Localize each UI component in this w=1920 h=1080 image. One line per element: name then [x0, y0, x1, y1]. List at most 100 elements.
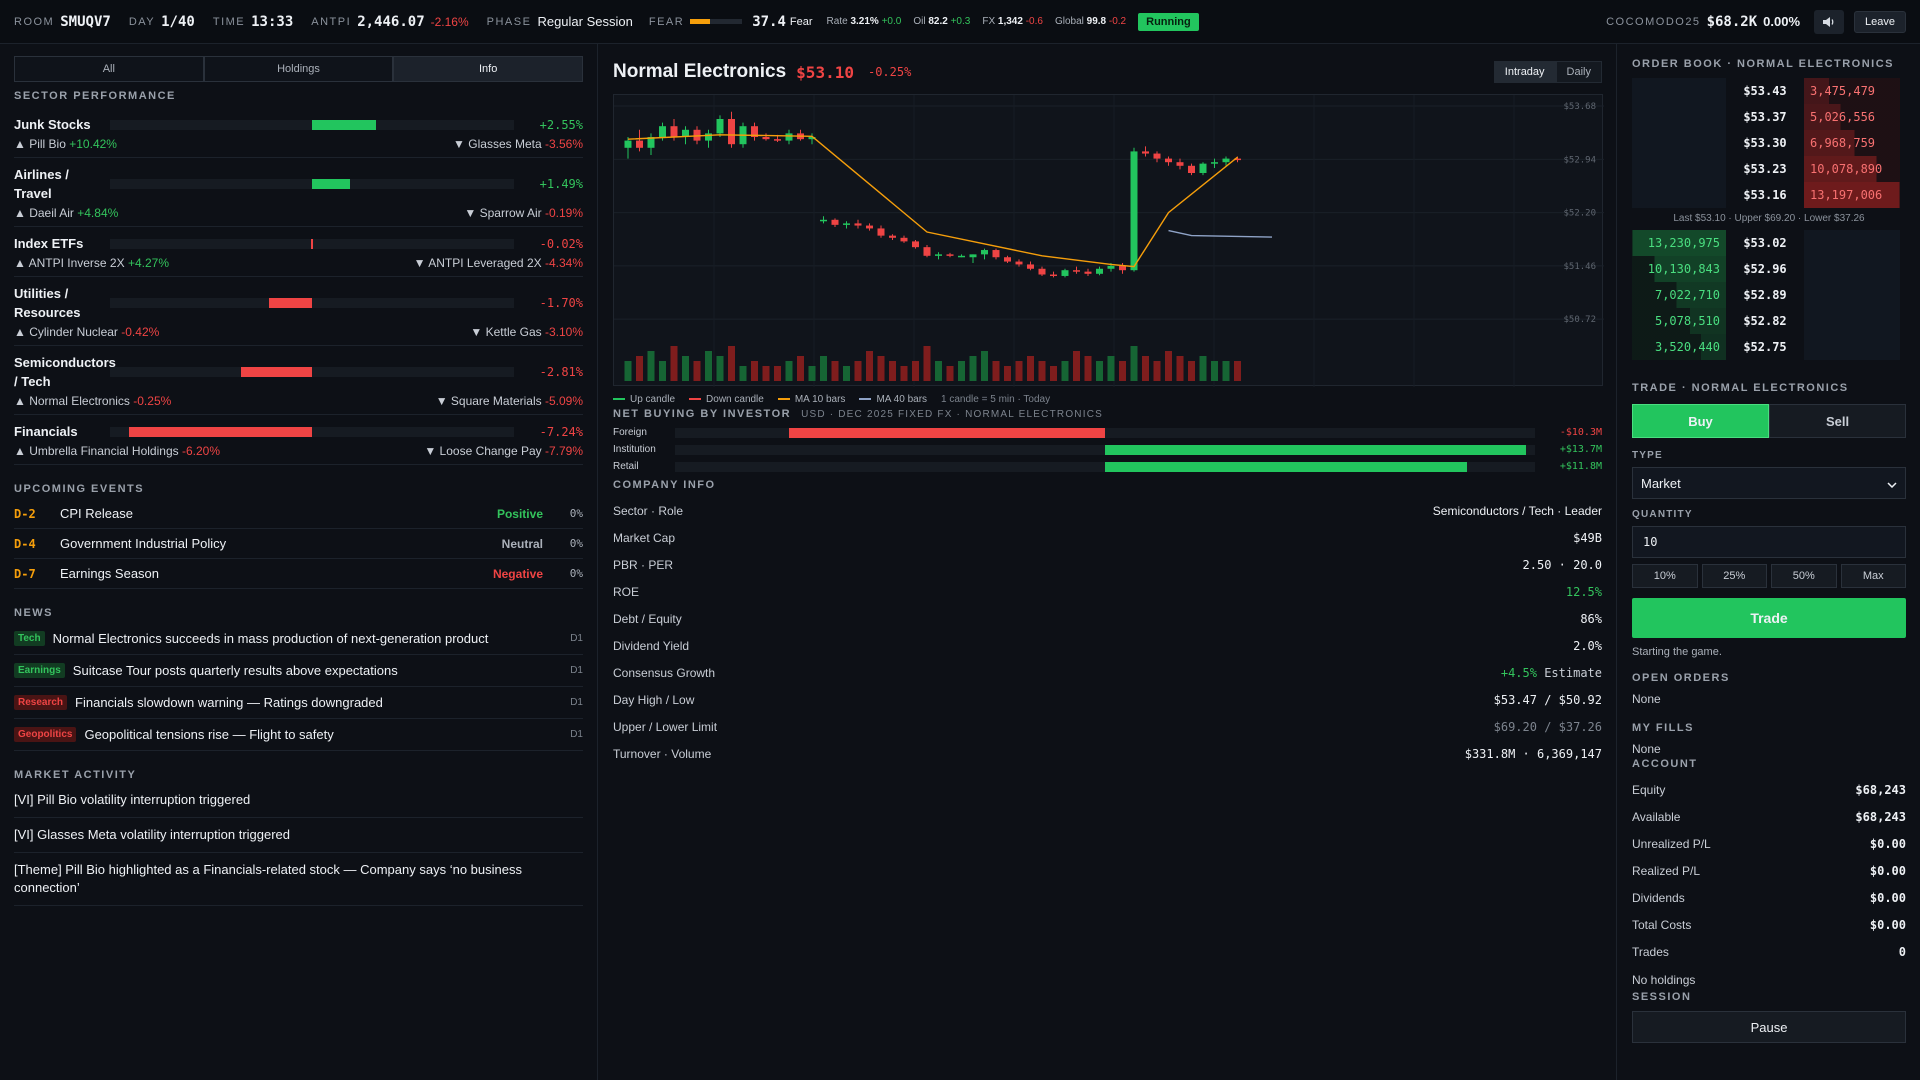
candle — [1130, 151, 1138, 271]
mode-daily[interactable]: Daily — [1555, 61, 1602, 83]
ask-row[interactable]: $53.37 5,026,556 — [1632, 104, 1906, 130]
buy-button[interactable]: Buy — [1632, 404, 1769, 438]
candle — [705, 133, 712, 141]
sell-button[interactable]: Sell — [1769, 404, 1906, 438]
company-row: ROE 12.5% — [613, 578, 1602, 605]
candle — [1061, 270, 1069, 276]
sector-top-stock[interactable]: ▲ Umbrella Financial Holdings -6.20% — [14, 444, 220, 458]
fear-label: FEAR — [648, 15, 685, 28]
sector-top-stock[interactable]: ▲ Cylinder Nuclear -0.42% — [14, 325, 159, 339]
bid-row[interactable]: 13,230,975 $53.02 — [1632, 230, 1906, 256]
volume-bar — [728, 346, 735, 381]
news-day: D1 — [570, 697, 583, 708]
sector-row[interactable]: Utilities / Resources -1.70% ▲ Cylinder Nu… — [14, 277, 583, 346]
account-key: Total Costs — [1632, 917, 1692, 932]
sector-bottom-stock[interactable]: ▼ Glasses Meta -3.56% — [453, 137, 583, 151]
trade-button[interactable]: Trade — [1632, 598, 1906, 638]
event-row[interactable]: D-4 Government Industrial Policy Neutral… — [14, 529, 583, 559]
left-panel: All Holdings Info SECTOR PERFORMANCE Jun… — [0, 44, 598, 1080]
volume-bar — [889, 361, 896, 381]
bid-row[interactable]: 7,022,710 $52.89 — [1632, 282, 1906, 308]
sector-row[interactable]: Financials -7.24% ▲ Umbrella Financial Hol… — [14, 415, 583, 465]
company-key: Upper / Lower Limit — [613, 719, 718, 734]
tab-all[interactable]: All — [14, 56, 204, 82]
event-day: D-4 — [14, 536, 36, 551]
legend-ma10: MA 10 bars — [777, 394, 845, 405]
ask-row[interactable]: $53.16 13,197,006 — [1632, 182, 1906, 208]
orders-heading: OPEN ORDERS — [1632, 672, 1730, 684]
account-heading: ACCOUNT — [1632, 758, 1698, 770]
sector-row[interactable]: Airlines / Travel +1.49% ▲ Daeil Air +4.84… — [14, 158, 583, 227]
volume-bar — [762, 366, 770, 381]
stock-header: Normal Electronics $53.10 -0.25% Intrada… — [613, 58, 1602, 86]
sector-bottom-stock[interactable]: ▼ Kettle Gas -3.10% — [470, 325, 583, 339]
pause-button[interactable]: Pause — [1632, 1011, 1906, 1043]
trade-note: Starting the game. — [1632, 646, 1722, 658]
ob-qty: 13,197,006 — [1804, 182, 1900, 208]
news-title: Suitcase Tour posts quarterly results ab… — [72, 663, 398, 678]
order-type-select[interactable]: Market — [1632, 467, 1906, 499]
event-sentiment: Negative — [492, 566, 543, 581]
volume-bar — [854, 361, 862, 381]
event-prob: 0% — [569, 507, 583, 520]
news-list: Tech Normal Electronics succeeds in mass… — [14, 623, 583, 751]
candle — [992, 250, 1000, 258]
volume-bar — [682, 356, 689, 381]
ask-row[interactable]: $53.30 6,968,759 — [1632, 130, 1906, 156]
event-row[interactable]: D-7 Earnings Season Negative 0% — [14, 559, 583, 589]
company-value: 2.0% — [1573, 638, 1602, 653]
sector-bottom-stock[interactable]: ▼ Sparrow Air -0.19% — [464, 206, 583, 220]
trade-heading: TRADE · NORMAL ELECTRONICS — [1632, 382, 1849, 394]
quantity-input[interactable]: 10 — [1632, 526, 1906, 558]
tab-info[interactable]: Info — [393, 56, 584, 82]
speaker-icon[interactable] — [1814, 9, 1845, 34]
event-title: Earnings Season — [60, 566, 160, 581]
stock-price: $53.10 — [796, 62, 854, 82]
price-chart[interactable]: $53.68 $52.94 $52.20 $51.46 $50.72 — [613, 94, 1604, 387]
preset-max[interactable]: Max — [1840, 564, 1906, 588]
news-item[interactable]: Geopolitics Geopolitical tensions rise —… — [14, 719, 583, 751]
sector-bar — [110, 238, 514, 249]
candle — [1038, 268, 1046, 275]
status-badge: Running — [1138, 12, 1199, 31]
sector-bottom-stock[interactable]: ▼ Square Materials -5.09% — [436, 394, 583, 408]
sector-top-stock[interactable]: ▲ Daeil Air +4.84% — [14, 206, 118, 220]
left-tabs: All Holdings Info — [14, 56, 584, 82]
preset-50[interactable]: 50% — [1771, 564, 1837, 588]
news-item[interactable]: Research Financials slowdown warning — R… — [14, 687, 583, 719]
sector-bottom-stock[interactable]: ▼ ANTPI Leveraged 2X -4.34% — [414, 256, 583, 270]
day-value: 1/40 — [161, 13, 195, 30]
bid-row[interactable]: 10,130,843 $52.96 — [1632, 256, 1906, 282]
phase-label: PHASE — [486, 15, 532, 28]
bid-row[interactable]: 5,078,510 $52.82 — [1632, 308, 1906, 334]
volume-bar — [981, 351, 988, 381]
sector-row[interactable]: Index ETFs -0.02% ▲ ANTPI Inverse 2X +4.27… — [14, 227, 583, 277]
news-item[interactable]: Tech Normal Electronics succeeds in mass… — [14, 623, 583, 655]
ask-row[interactable]: $53.43 3,475,479 — [1632, 78, 1906, 104]
sector-top-stock[interactable]: ▲ Normal Electronics -0.25% — [14, 394, 171, 408]
volume-bar — [1107, 356, 1115, 381]
preset-10[interactable]: 10% — [1632, 564, 1698, 588]
sector-row[interactable]: Junk Stocks +2.55% ▲ Pill Bio +10.42% ▼ Gla… — [14, 108, 583, 158]
leave-button[interactable]: Leave — [1854, 10, 1906, 33]
event-row[interactable]: D-2 CPI Release Positive 0% — [14, 499, 583, 529]
tab-holdings[interactable]: Holdings — [203, 56, 394, 82]
user-return: 0.00% — [1763, 14, 1801, 29]
sector-bottom-stock[interactable]: ▼ Loose Change Pay -7.79% — [424, 444, 583, 458]
sector-list: Junk Stocks +2.55% ▲ Pill Bio +10.42% ▼ Gla… — [14, 108, 583, 465]
company-value-note: Estimate — [1544, 665, 1602, 680]
legend-up: Up candle — [613, 394, 675, 405]
ask-row[interactable]: $53.23 10,078,890 — [1632, 156, 1906, 182]
activity-heading: MARKET ACTIVITY — [14, 769, 137, 781]
y-tick-label: $50.72 — [1563, 315, 1596, 325]
sector-row[interactable]: Semiconductors / Tech -2.81% ▲ Normal Elec… — [14, 346, 583, 415]
company-value: $49B — [1573, 530, 1602, 545]
sector-top-stock[interactable]: ▲ ANTPI Inverse 2X +4.27% — [14, 256, 169, 270]
news-item[interactable]: Earnings Suitcase Tour posts quarterly r… — [14, 655, 583, 687]
volume-bar — [1199, 356, 1207, 381]
preset-25[interactable]: 25% — [1701, 564, 1767, 588]
company-key: Market Cap — [613, 530, 676, 545]
sector-top-stock[interactable]: ▲ Pill Bio +10.42% — [14, 137, 117, 151]
mode-intraday[interactable]: Intraday — [1493, 61, 1556, 83]
bid-row[interactable]: 3,520,440 $52.75 — [1632, 334, 1906, 360]
